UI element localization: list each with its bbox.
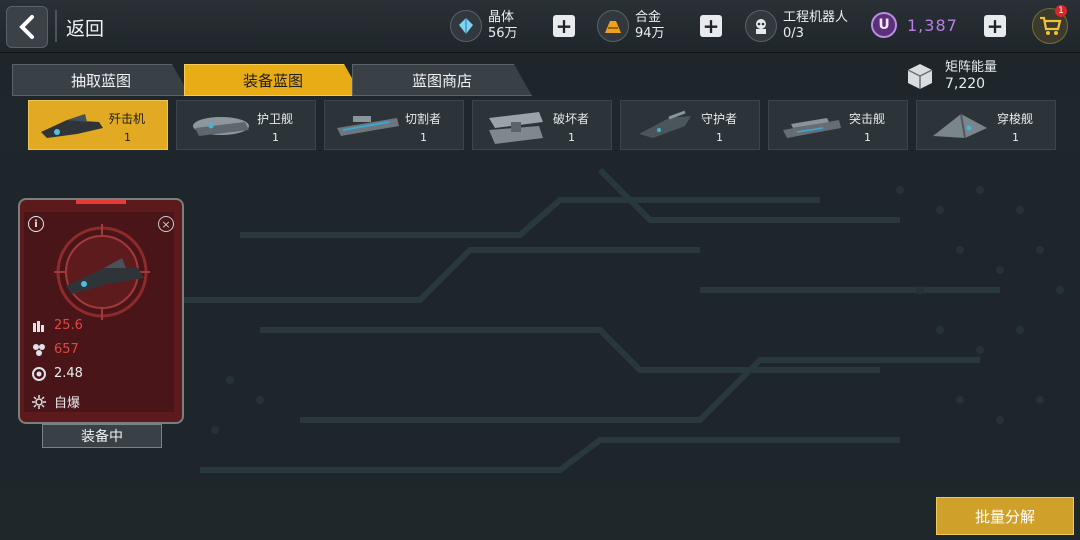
resource-alloy: 合金 94万 xyxy=(597,6,665,46)
ship-type-name: 歼击机 xyxy=(109,112,146,126)
robot-icon xyxy=(745,10,777,42)
add-alloy-button[interactable]: + xyxy=(700,15,722,37)
ship-type-guardian[interactable]: 守护者 1 xyxy=(620,100,760,150)
resource-crystal: 晶体 56万 xyxy=(450,6,518,46)
skill-row: 自爆 xyxy=(32,392,80,411)
resource-name: 合金 xyxy=(635,10,662,25)
ship-type-fighter[interactable]: 歼击机 1 xyxy=(28,100,168,150)
ship-type-cutter[interactable]: 切割者 1 xyxy=(324,100,464,150)
card-top-light xyxy=(76,200,126,204)
matrix-energy: 矩阵能量 7,220 xyxy=(905,60,997,92)
info-icon[interactable]: i xyxy=(28,216,44,232)
cube-icon xyxy=(907,64,933,89)
blueprint-card[interactable]: i × 25.6 657 2.48 自爆 装备中 xyxy=(18,198,184,448)
assault-ship-icon xyxy=(783,118,841,138)
crystal-icon xyxy=(450,10,482,42)
cart-badge: 1 xyxy=(1055,5,1067,17)
cutter-ship-icon xyxy=(337,116,399,136)
ship-type-name: 突击舰 xyxy=(849,112,886,126)
resource-robot: 工程机器人 0/3 xyxy=(745,6,848,46)
ship-type-assault[interactable]: 突击舰 1 xyxy=(768,100,908,150)
bulk-dismantle-button[interactable]: 批量分解 xyxy=(936,497,1074,535)
ship-type-name: 切割者 xyxy=(405,112,442,126)
ship-type-name: 守护者 xyxy=(701,112,738,126)
guardian-ship-icon xyxy=(639,110,691,138)
resource-value: 56万 xyxy=(488,26,518,41)
matrix-energy-label: 矩阵能量 xyxy=(945,60,998,75)
hexagon-cluster-icon xyxy=(33,343,45,356)
resource-name: 工程机器人 xyxy=(783,10,849,25)
divider xyxy=(55,10,57,42)
ship-type-count: 1 xyxy=(568,131,575,144)
premium-currency-icon: U xyxy=(871,12,897,38)
destroyer-ship-icon xyxy=(489,112,543,144)
stat-damage: 25.6 xyxy=(32,318,83,333)
stat-value: 657 xyxy=(54,342,79,357)
stat-hull: 657 xyxy=(32,342,79,357)
skill-label: 自爆 xyxy=(54,396,81,411)
premium-currency-value: 1,387 xyxy=(907,16,958,35)
ship-type-name: 破坏者 xyxy=(553,112,590,126)
ship-type-frigate[interactable]: 护卫舰 1 xyxy=(176,100,316,150)
fighter-ship-icon xyxy=(41,114,103,138)
tab-draw-blueprint[interactable]: 抽取蓝图 xyxy=(12,64,190,96)
gear-ring-icon xyxy=(32,366,46,381)
ship-type-destroyer[interactable]: 破坏者 1 xyxy=(472,100,612,150)
ammo-icon xyxy=(33,320,44,332)
resource-value: 94万 xyxy=(635,26,665,41)
matrix-energy-value: 7,220 xyxy=(945,76,986,92)
resource-name: 晶体 xyxy=(488,10,515,25)
add-premium-button[interactable]: + xyxy=(984,15,1006,37)
stat-value: 25.6 xyxy=(54,318,83,333)
ship-type-name: 护卫舰 xyxy=(257,112,294,126)
back-button[interactable] xyxy=(6,6,48,48)
close-icon[interactable]: × xyxy=(158,216,174,232)
back-label[interactable]: 返回 xyxy=(66,14,104,41)
chevron-left-icon xyxy=(19,15,34,39)
target-ring-graphic xyxy=(54,224,150,320)
tab-blueprint-shop[interactable]: 蓝图商店 xyxy=(352,64,532,96)
ship-type-name: 穿梭舰 xyxy=(997,112,1034,126)
equipped-status-button[interactable]: 装备中 xyxy=(42,424,162,448)
burst-icon xyxy=(32,394,46,409)
stat-value: 2.48 xyxy=(54,366,83,381)
alloy-icon xyxy=(597,10,629,42)
frigate-ship-icon xyxy=(193,117,249,136)
tab-equip-blueprint[interactable]: 装备蓝图 xyxy=(184,64,362,96)
ship-type-count: 1 xyxy=(124,131,131,144)
ship-type-shuttle[interactable]: 穿梭舰 1 xyxy=(916,100,1056,150)
cart-icon xyxy=(1040,16,1062,35)
add-crystal-button[interactable]: + xyxy=(553,15,575,37)
ship-type-count: 1 xyxy=(716,131,723,144)
stat-speed: 2.48 xyxy=(32,366,83,381)
ship-type-count: 1 xyxy=(1012,131,1019,144)
ship-type-count: 1 xyxy=(420,131,427,144)
resource-value: 0/3 xyxy=(783,26,804,41)
shuttle-ship-icon xyxy=(933,113,987,139)
ship-type-count: 1 xyxy=(864,131,871,144)
ship-type-count: 1 xyxy=(272,131,279,144)
bottom-bar xyxy=(0,488,1080,540)
